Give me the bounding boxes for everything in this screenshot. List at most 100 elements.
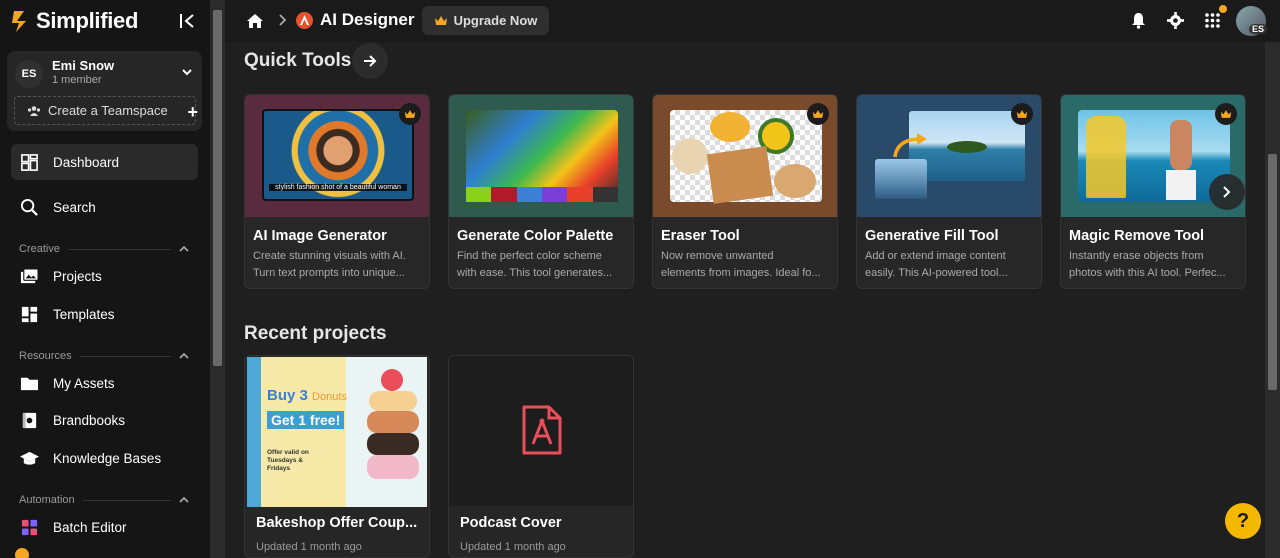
promo-donuts-text: Donuts	[312, 391, 347, 403]
chevron-up-icon	[179, 245, 189, 252]
promo-buy-text: Buy 3	[267, 387, 308, 404]
section-header-resources[interactable]: Resources	[19, 350, 189, 362]
upgrade-button[interactable]: Upgrade Now	[422, 6, 549, 35]
description-line: Now remove unwanted	[661, 250, 774, 262]
carousel-next-button[interactable]	[1209, 174, 1245, 210]
graduation-cap-icon	[20, 451, 39, 465]
main-scrollbar[interactable]	[1265, 42, 1280, 558]
premium-badge	[399, 103, 421, 125]
description-line: easily. This AI-powered tool...	[865, 266, 1008, 279]
crown-icon	[1220, 110, 1232, 118]
transparent-food-photo	[670, 110, 822, 204]
tool-description: Add or extend image content easily. This…	[865, 248, 1037, 281]
create-teamspace-button[interactable]: Create a Teamspace +	[14, 96, 198, 125]
donut-stack-illustration	[365, 365, 421, 505]
notification-dot	[1219, 5, 1227, 13]
crown-icon	[434, 16, 447, 25]
tool-name: Generative Fill Tool	[865, 228, 999, 244]
description-line: Add or extend image content	[865, 250, 1006, 262]
project-name: Podcast Cover	[460, 515, 562, 531]
chevron-right-icon	[1223, 186, 1231, 198]
sidebar-item-label: Batch Editor	[53, 519, 127, 535]
crown-icon	[1016, 110, 1028, 118]
batch-editor-icon	[21, 519, 38, 535]
create-teamspace-label: Create a Teamspace	[48, 103, 168, 118]
sidebar-item-label: Templates	[53, 306, 115, 322]
plus-icon: +	[187, 102, 198, 122]
description-line: photos with this AI tool. Perfec...	[1069, 266, 1226, 279]
apps-grid-icon[interactable]	[1204, 12, 1221, 29]
chevron-up-icon	[179, 496, 189, 503]
search-icon	[20, 198, 38, 216]
workspace-card: ES Emi Snow 1 member Create a Teamspace …	[7, 51, 202, 131]
sidebar-scrollbar[interactable]	[210, 0, 225, 558]
description-line: Turn text prompts into unique...	[253, 266, 405, 279]
tool-name: Magic Remove Tool	[1069, 228, 1205, 244]
description-line: Create stunning visuals with AI.	[253, 250, 406, 262]
sidebar-item-label: My Assets	[53, 375, 115, 391]
description-line: Instantly erase objects from	[1069, 250, 1204, 262]
sidebar: Simplified ES Emi Snow 1 member Create a…	[0, 0, 210, 558]
project-card-bakeshop[interactable]: Buy 3 Donuts Get 1 free! Offer valid on …	[244, 355, 430, 558]
coupon-side-strip	[247, 357, 261, 507]
team-icon	[27, 105, 41, 116]
sidebar-item-projects[interactable]: Projects	[11, 258, 198, 294]
sidebar-item-label: Brandbooks	[53, 412, 126, 428]
city-photo	[875, 159, 927, 199]
tool-card-eraser-tool[interactable]: Eraser Tool Now remove unwanted elements…	[652, 94, 838, 289]
tool-card-ai-image-generator[interactable]: stylish fashion shot of a beautiful woma…	[244, 94, 430, 289]
upgrade-label: Upgrade Now	[453, 13, 538, 28]
top-bar: AI Designer Upgrade Now ES	[225, 0, 1280, 42]
section-header-creative[interactable]: Creative	[19, 243, 189, 255]
dashboard-icon	[21, 153, 38, 171]
sidebar-item-templates[interactable]: Templates	[11, 296, 198, 332]
premium-badge	[1011, 103, 1033, 125]
sidebar-item-my-assets[interactable]: My Assets	[11, 365, 198, 401]
brandbook-icon	[22, 412, 37, 428]
bell-icon[interactable]	[1130, 12, 1147, 29]
promo-line: Buy 3 Donuts	[267, 387, 347, 404]
sidebar-item-label: Search	[53, 199, 96, 215]
gear-icon[interactable]	[1167, 12, 1184, 29]
recent-projects-heading: Recent projects	[244, 323, 387, 344]
sidebar-item-dashboard[interactable]: Dashboard	[11, 144, 198, 180]
divider	[79, 355, 171, 357]
tool-card-generative-fill-tool[interactable]: Generative Fill Tool Add or extend image…	[856, 94, 1042, 289]
workspace-avatar: ES	[15, 60, 43, 88]
podcast-cover-thumbnail	[449, 356, 633, 506]
section-header-automation[interactable]: Automation	[19, 494, 189, 506]
tool-name: Eraser Tool	[661, 228, 740, 244]
user-avatar-initials: ES	[1249, 24, 1268, 34]
project-name: Bakeshop Offer Coup...	[256, 515, 418, 531]
chevron-down-icon[interactable]	[182, 67, 192, 77]
sidebar-item-label: Knowledge Bases	[53, 450, 162, 466]
quick-tools-more-button[interactable]	[352, 43, 388, 79]
promo-free-text: Get 1 free!	[267, 411, 345, 429]
tool-card-generate-color-palette[interactable]: Generate Color Palette Find the perfect …	[448, 94, 634, 289]
home-icon[interactable]	[246, 12, 264, 30]
section-label: Creative	[19, 243, 60, 255]
tool-description: Create stunning visuals with AI. Turn te…	[253, 248, 425, 281]
templates-icon	[21, 306, 38, 322]
sidebar-item-label: Projects	[53, 268, 102, 284]
app-title[interactable]: AI Designer	[320, 10, 414, 30]
tool-name: Generate Color Palette	[457, 228, 614, 244]
project-card-podcast-cover[interactable]: Podcast Cover Updated 1 month ago	[448, 355, 634, 558]
sidebar-item-search[interactable]: Search	[11, 189, 198, 225]
workspace-name: Emi Snow	[52, 58, 115, 73]
sidebar-item-knowledge-bases[interactable]: Knowledge Bases	[11, 440, 198, 476]
sidebar-scrollbar-thumb[interactable]	[213, 10, 222, 366]
collapse-sidebar-icon[interactable]	[178, 12, 196, 30]
project-updated: Updated 1 month ago	[256, 541, 362, 553]
simplified-logo-icon	[12, 11, 26, 32]
chevron-right-icon	[279, 14, 287, 26]
help-button[interactable]: ?	[1225, 503, 1261, 539]
brand-logo[interactable]: Simplified	[10, 8, 138, 34]
sidebar-item-label: Dashboard	[53, 154, 120, 170]
tool-name: AI Image Generator	[253, 228, 387, 244]
tool-thumbnail	[449, 95, 633, 217]
sidebar-item-batch-editor[interactable]: Batch Editor	[11, 509, 198, 545]
main-scrollbar-thumb[interactable]	[1268, 154, 1277, 390]
sidebar-item-brandbooks[interactable]: Brandbooks	[11, 402, 198, 438]
curved-arrow-icon	[893, 133, 927, 158]
